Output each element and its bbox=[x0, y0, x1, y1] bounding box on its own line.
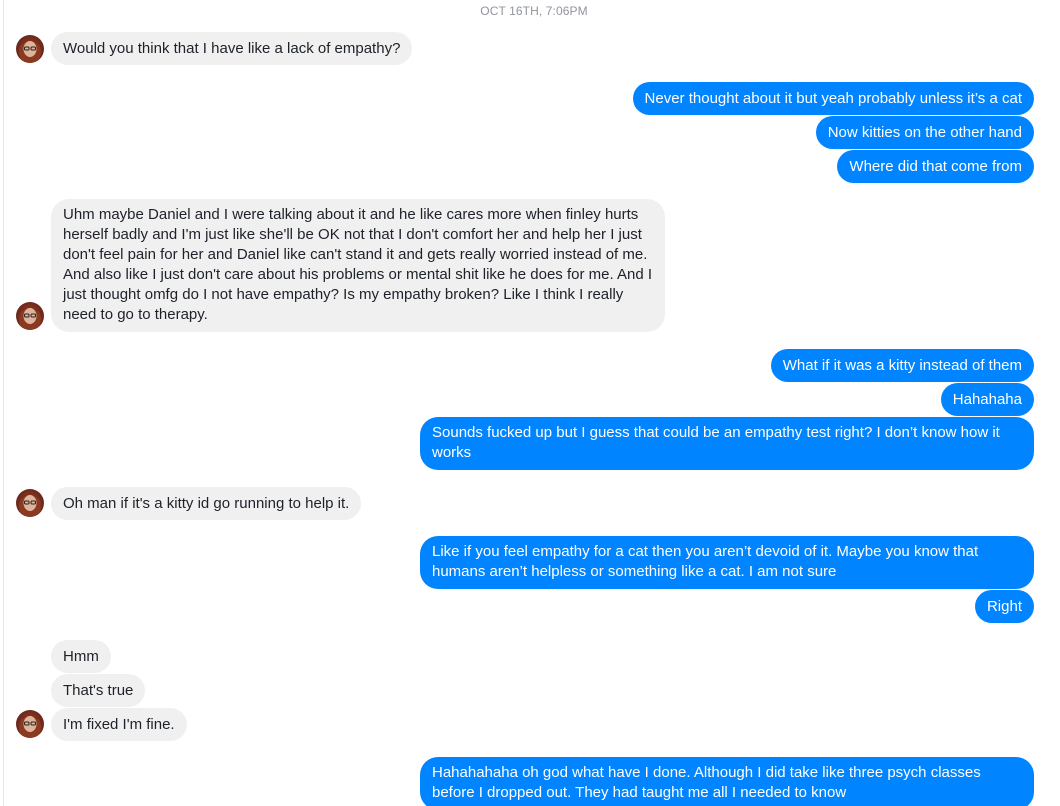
conversation-timestamp: OCT 16TH, 7:06PM bbox=[480, 4, 588, 18]
incoming-message[interactable]: That's true bbox=[51, 674, 146, 707]
outgoing-message[interactable]: Sounds fucked up but I guess that could … bbox=[420, 417, 1034, 470]
incoming-message[interactable]: Uhm maybe Daniel and I were talking abou… bbox=[51, 199, 665, 332]
contact-avatar-icon[interactable] bbox=[16, 302, 44, 330]
message-thread[interactable]: OCT 16TH, 7:06PM Would you think that I … bbox=[0, 0, 1060, 806]
outgoing-message[interactable]: Right bbox=[974, 590, 1034, 623]
contact-avatar-icon[interactable] bbox=[16, 489, 44, 517]
incoming-message[interactable]: Would you think that I have like a lack … bbox=[51, 32, 413, 65]
avatar-portrait bbox=[16, 35, 44, 63]
outgoing-message[interactable]: Hahahaha bbox=[940, 383, 1034, 416]
avatar-portrait bbox=[16, 489, 44, 517]
incoming-message[interactable]: Oh man if it's a kitty id go running to … bbox=[51, 487, 362, 520]
incoming-message[interactable]: I'm fixed I'm fine. bbox=[51, 708, 187, 741]
contact-avatar-icon[interactable] bbox=[16, 35, 44, 63]
outgoing-message[interactable]: Where did that come from bbox=[837, 150, 1034, 183]
thread-divider bbox=[3, 0, 4, 806]
outgoing-message[interactable]: Now kitties on the other hand bbox=[815, 116, 1034, 149]
outgoing-message[interactable]: What if it was a kitty instead of them bbox=[770, 349, 1034, 382]
avatar-portrait bbox=[16, 302, 44, 330]
outgoing-message[interactable]: Like if you feel empathy for a cat then … bbox=[420, 536, 1034, 589]
outgoing-message[interactable]: Hahahahaha oh god what have I done. Alth… bbox=[420, 757, 1034, 806]
incoming-message[interactable]: Hmm bbox=[51, 640, 111, 673]
outgoing-message[interactable]: Never thought about it but yeah probably… bbox=[632, 82, 1034, 115]
avatar-portrait bbox=[16, 710, 44, 738]
contact-avatar-icon[interactable] bbox=[16, 710, 44, 738]
